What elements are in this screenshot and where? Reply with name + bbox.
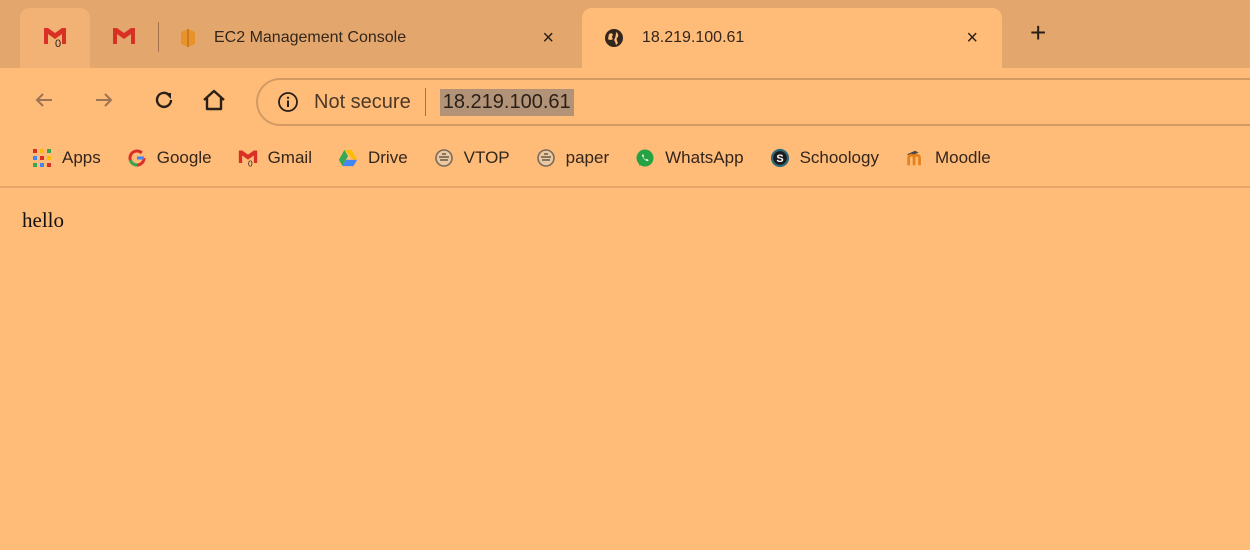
bookmark-label: Apps [62, 148, 101, 167]
bookmark-google[interactable]: Google [127, 148, 212, 168]
bookmark-label: Schoology [799, 148, 879, 167]
tab-ec2[interactable]: EC2 Management Console × [168, 8, 578, 68]
bookmark-label: Drive [367, 148, 408, 167]
bookmark-schoology[interactable]: S Schoology [770, 148, 879, 168]
globe-icon [604, 28, 624, 48]
new-tab-button[interactable]: + [1030, 18, 1046, 48]
info-icon[interactable] [276, 90, 300, 114]
omnibox-divider [424, 88, 426, 116]
moodle-icon [905, 148, 925, 168]
bookmark-vtop[interactable]: VTOP [434, 148, 510, 168]
bookmark-paper[interactable]: paper [536, 148, 609, 168]
bookmark-label: VTOP [463, 148, 510, 167]
bookmark-label: WhatsApp [665, 148, 744, 167]
whatsapp-icon [635, 148, 655, 168]
gmail-icon [112, 26, 136, 51]
vtop-icon [536, 148, 556, 168]
close-icon[interactable]: × [966, 26, 978, 50]
reload-button[interactable] [146, 82, 182, 118]
tab-strip: 0 EC2 Management Console × 18.219.100.61… [0, 0, 1250, 68]
bookmark-label: Gmail [267, 148, 312, 167]
toolbar: Not secure 18.219.100.61 [0, 68, 1250, 134]
close-icon[interactable]: × [542, 26, 554, 50]
svg-text:0: 0 [248, 158, 253, 168]
bookmark-label: paper [565, 148, 610, 167]
tab-gmail-pinned[interactable]: 0 [20, 8, 90, 68]
tab-separator [158, 22, 159, 52]
bookmark-moodle[interactable]: Moodle [905, 148, 991, 168]
drive-icon [338, 148, 358, 168]
bookmark-apps[interactable]: Apps [32, 148, 101, 168]
vtop-icon [434, 148, 454, 168]
google-icon [127, 148, 147, 168]
home-button[interactable] [196, 82, 232, 118]
gmail-icon: 0 [42, 24, 68, 53]
reload-icon [155, 91, 173, 109]
tab-active[interactable]: 18.219.100.61 × [582, 8, 1002, 68]
apps-grid-icon [32, 148, 52, 168]
tab-title: EC2 Management Console [214, 29, 407, 46]
arrow-left-icon [35, 93, 52, 107]
arrow-right-icon [96, 93, 113, 107]
back-button[interactable] [26, 82, 62, 118]
forward-button[interactable] [86, 82, 122, 118]
aws-icon [178, 28, 198, 48]
page-body-text: hello [22, 208, 64, 232]
svg-text:0: 0 [55, 38, 61, 48]
schoology-icon: S [770, 148, 790, 168]
bookmark-whatsapp[interactable]: WhatsApp [635, 148, 744, 168]
gmail-icon: 0 [238, 148, 258, 168]
bookmark-drive[interactable]: Drive [338, 148, 408, 168]
bookmark-gmail[interactable]: 0 Gmail [238, 148, 312, 168]
bookmark-label: Google [156, 148, 212, 167]
svg-text:S: S [776, 153, 783, 165]
bookmark-label: Moodle [934, 148, 991, 167]
toolbar-divider [0, 186, 1250, 188]
url-text[interactable]: 18.219.100.61 [439, 88, 574, 116]
home-icon [203, 89, 225, 111]
bookmarks-bar: Apps Google 0 Gmail Drive VTOP paper Wha… [0, 134, 1250, 182]
security-status[interactable]: Not secure [314, 91, 411, 114]
tab-title: 18.219.100.61 [642, 29, 745, 46]
address-bar[interactable]: Not secure 18.219.100.61 [256, 78, 1250, 126]
tab-gmail-pinned-2[interactable] [96, 8, 152, 68]
